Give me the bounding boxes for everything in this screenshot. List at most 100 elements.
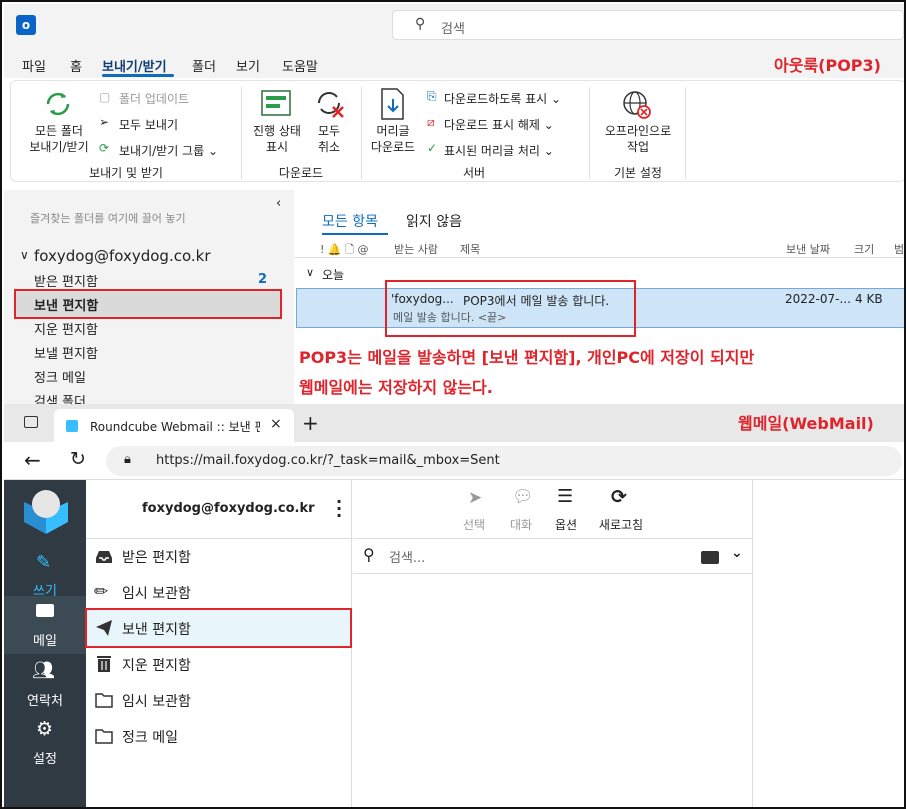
rc-folder-label: 정크 메일	[122, 730, 178, 746]
work-offline-button[interactable]: 오프라인으로 작업	[595, 123, 681, 155]
unmark-download-icon: ⧄	[427, 115, 435, 129]
menu-send-receive[interactable]: 보내기/받기	[102, 56, 167, 75]
envelope-icon[interactable]	[701, 551, 719, 564]
url-text: https://mail.foxydog.co.kr/?_task=mail&_…	[156, 453, 500, 468]
more-options-icon[interactable]: · · ·	[336, 494, 342, 524]
rc-nav-contacts-label: 연락처	[27, 694, 63, 709]
back-arrow-icon[interactable]: ←	[24, 448, 41, 472]
send-receive-all-icon	[41, 87, 75, 124]
rc-folder-drafts[interactable]: ✏︎ 임시 보관함	[86, 574, 352, 610]
column-subject[interactable]: 제목	[460, 241, 480, 257]
menu-folder[interactable]: 폴더	[192, 56, 216, 75]
update-folder-button[interactable]: 폴더 업데이트	[119, 90, 189, 107]
rc-nav-mail[interactable]: 메일	[4, 596, 86, 654]
browser-tab-roundcube[interactable]: Roundcube Webmail :: 보낸 편지함 ×	[54, 409, 294, 442]
rc-sent-folder-highlight-box	[85, 608, 352, 648]
column-sent[interactable]: 보낸 날짜	[786, 241, 830, 257]
outlook-logo-icon: o	[16, 15, 36, 35]
unmark-download-button[interactable]: 다운로드 표시 해제 ⌄	[444, 116, 554, 133]
mark-download-button[interactable]: 다운로드하도록 표시 ⌄	[444, 90, 561, 107]
cursor-icon: ➤	[468, 488, 483, 508]
unmark-download-label: 다운로드 표시 해제	[444, 118, 540, 132]
download-headers-line2: 다운로드	[370, 140, 416, 154]
cancel-all-button[interactable]: 모두 취소	[311, 123, 347, 155]
tab-unread[interactable]: 읽지 않음	[406, 211, 462, 231]
contacts-icon: 👥︎	[32, 660, 55, 681]
settings-icon: ⚙	[36, 718, 54, 740]
rc-nav-settings[interactable]: ⚙ 설정	[4, 714, 86, 772]
toolbar-refresh-label: 새로고침	[598, 518, 644, 532]
column-header-row: ! 🔔 🗋 @ 받는 사람 제목 보낸 날짜 크기 범	[294, 238, 904, 260]
tab-all-items[interactable]: 모든 항목	[322, 211, 378, 231]
menu-view[interactable]: 보기	[236, 56, 260, 75]
nav-folder-junk[interactable]: 정크 메일	[34, 367, 86, 386]
nav-folder-outbox[interactable]: 보낼 편지함	[34, 343, 98, 362]
rc-account-name: foxydog@foxydog.co.kr	[142, 501, 315, 516]
close-icon[interactable]: ×	[270, 416, 282, 432]
roundcube-message-list: ➤ 선택 💬︎ 대화 ☰ 옵션 ⟳ 새로고침 ⚲ 검색... ⌄	[353, 480, 753, 807]
column-icons[interactable]: ! 🔔 🗋 @	[320, 241, 368, 260]
menu-home[interactable]: 홈	[70, 56, 82, 75]
rc-folder-junk[interactable]: 정크 메일	[86, 718, 352, 754]
address-bar[interactable]: 🔒︎ https://mail.foxydog.co.kr/?_task=mai…	[106, 446, 902, 476]
group-send-receive-label: 보내기 및 받기	[89, 166, 163, 180]
menu-help[interactable]: 도움말	[282, 56, 318, 75]
favorites-drag-hint: 즐겨찾는 폴더를 여기에 끌어 놓기	[30, 212, 186, 225]
group-preferences-label: 기본 설정	[614, 166, 662, 180]
rc-folder-archive[interactable]: 임시 보관함	[86, 682, 352, 718]
inbox-icon	[94, 546, 114, 566]
download-headers-button[interactable]: 머리글 다운로드	[367, 123, 419, 155]
column-extra[interactable]: 범	[894, 241, 904, 257]
update-folder-icon: ▢	[99, 90, 111, 104]
search-bar[interactable]: ⚲ 검색... ⌄	[353, 538, 753, 574]
send-receive-all-button[interactable]: 모든 폴더 보내기/받기	[19, 123, 99, 155]
ribbon-separator	[241, 87, 242, 179]
tab-all-items-underline	[322, 233, 388, 235]
annotation-note-line2: 웹메일에는 저장하지 않는다.	[299, 378, 493, 397]
menu-file[interactable]: 파일	[22, 56, 46, 75]
rc-folder-inbox[interactable]: 받은 편지함	[86, 538, 352, 574]
screenshot-frame: o ⚲ 검색 파일 홈 보내기/받기 폴더 보기 도움말 아웃룩(POP3) 모…	[0, 0, 906, 809]
folder-icon	[94, 726, 114, 746]
send-all-icon: ➢	[99, 115, 110, 129]
roundcube-sidebar: ✎ 쓰기 메일 👥︎ 연락처 ⚙ 설정	[4, 480, 86, 807]
nav-folder-inbox[interactable]: 받은 편지함	[34, 271, 98, 290]
process-headers-button[interactable]: 표시된 머리글 처리 ⌄	[444, 142, 554, 159]
send-receive-all-line1: 모든 폴더	[35, 124, 83, 138]
group-header-today: 오늘	[322, 268, 345, 282]
chevron-down-icon: ⌄	[543, 144, 554, 158]
toolbar-thread-label: 대화	[509, 518, 533, 532]
send-receive-all-line2: 보내기/받기	[29, 140, 89, 154]
account-name[interactable]: foxydog@foxydog.co.kr	[34, 247, 211, 265]
send-receive-groups-button[interactable]: 보내기/받기 그룹 ⌄	[119, 142, 218, 159]
collapse-pane-icon[interactable]: ‹	[276, 196, 281, 211]
outlook-search-box[interactable]: ⚲ 검색	[392, 10, 904, 40]
chevron-down-icon[interactable]: ⌄	[731, 545, 743, 561]
tab-actions-icon[interactable]	[24, 416, 38, 428]
send-receive-groups-label: 보내기/받기 그룹	[119, 144, 205, 158]
ribbon-separator	[685, 87, 686, 179]
group-toggle-icon[interactable]: ∨	[306, 266, 314, 279]
progress-button[interactable]: 진행 상태 표시	[249, 123, 305, 155]
work-offline-line2: 작업	[626, 140, 650, 154]
column-size[interactable]: 크기	[854, 241, 874, 257]
new-tab-button[interactable]: +	[302, 411, 319, 435]
refresh-icon[interactable]: ↻	[70, 448, 86, 470]
compose-icon: ✎	[36, 552, 52, 573]
mark-download-label: 다운로드하도록 표시	[444, 92, 548, 106]
progress-line2: 표시	[265, 140, 289, 154]
column-to[interactable]: 받는 사람	[394, 241, 438, 257]
send-all-button[interactable]: 모두 보내기	[119, 116, 178, 133]
sent-folder-highlight-box	[14, 289, 282, 319]
cancel-all-icon	[313, 87, 347, 124]
rc-folder-trash[interactable]: 지운 편지함	[86, 646, 352, 682]
tab-title: Roundcube Webmail :: 보낸 편지함	[90, 420, 260, 434]
group-server-label: 서버	[462, 166, 486, 180]
refresh-icon: ⟳	[611, 486, 627, 508]
group-download-label: 다운로드	[278, 166, 324, 180]
account-chevron-icon[interactable]: ∨	[20, 248, 29, 262]
folder-icon	[94, 690, 114, 710]
rc-nav-contacts[interactable]: 👥︎ 연락처	[4, 656, 86, 714]
nav-folder-deleted[interactable]: 지운 편지함	[34, 319, 98, 338]
ribbon-separator	[361, 87, 362, 179]
